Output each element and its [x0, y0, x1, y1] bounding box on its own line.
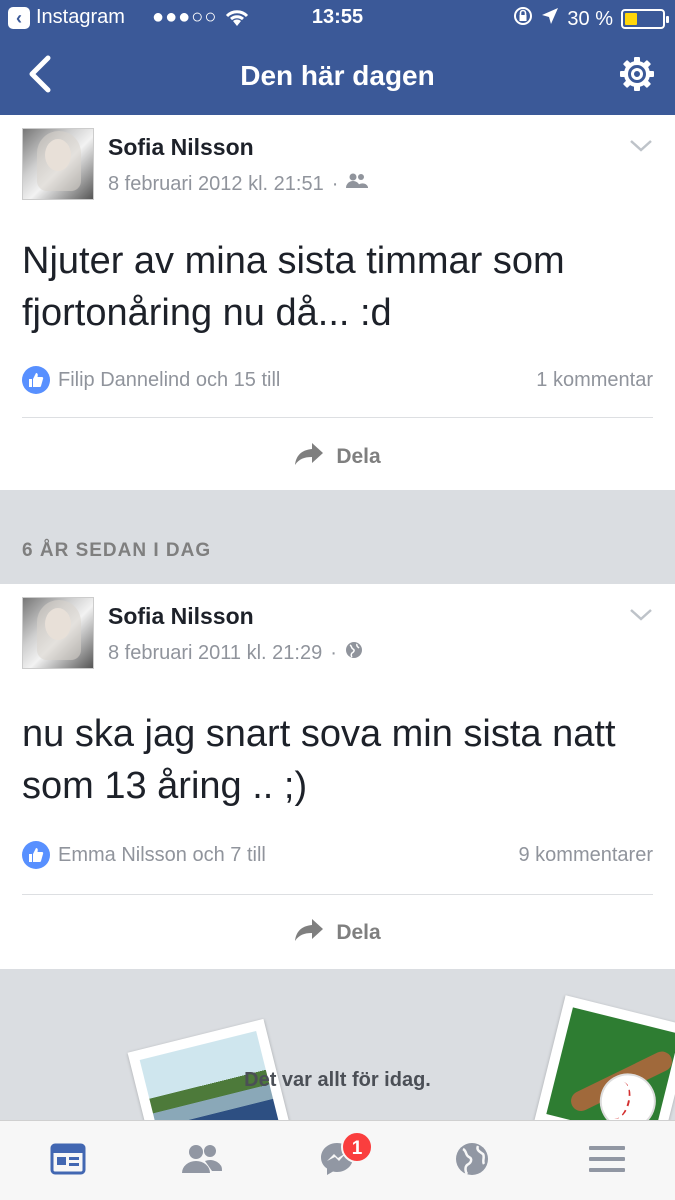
post-meta: 8 februari 2011 kl. 21:29 · [108, 641, 363, 665]
post-card: Sofia Nilsson 8 februari 2011 kl. 21:29 … [0, 584, 675, 969]
meta-dot: · [331, 172, 339, 195]
share-label: Dela [336, 445, 381, 468]
reactions-bar: Emma Nilsson och 7 till 9 kommentarer [22, 841, 653, 869]
battery-percent: 30 % [567, 7, 613, 30]
like-icon [22, 841, 50, 869]
chevron-down-icon[interactable] [629, 138, 653, 154]
page-title: Den här dagen [240, 60, 435, 91]
divider [22, 417, 653, 418]
end-of-memories: Det var allt för idag. [0, 969, 675, 1120]
share-arrow-icon [294, 918, 324, 948]
years-ago-header: 6 ÅR SEDAN I DAG [0, 490, 675, 584]
tab-news-feed[interactable] [46, 1139, 90, 1183]
post-meta: 8 februari 2012 kl. 21:51 · [108, 172, 369, 196]
status-bar: ‹ Instagram ●●●○○ 13:55 30 % [0, 0, 675, 36]
reactions-bar: Filip Dannelind och 15 till 1 kommentar [22, 366, 653, 394]
gear-icon[interactable] [619, 56, 655, 92]
post-timestamp[interactable]: 8 februari 2011 kl. 21:29 [108, 642, 322, 665]
share-button[interactable]: Dela [0, 918, 675, 948]
end-message: Det var allt för idag. [244, 1069, 431, 1091]
location-arrow-icon [541, 7, 559, 31]
avatar[interactable] [22, 128, 94, 200]
post-header: Sofia Nilsson 8 februari 2012 kl. 21:51 … [22, 128, 653, 202]
notifications-globe-icon [454, 1141, 490, 1182]
comments-count[interactable]: 1 kommentar [536, 369, 653, 392]
post-timestamp[interactable]: 8 februari 2012 kl. 21:51 [108, 173, 324, 196]
baseball-photo-illustration [534, 995, 675, 1120]
battery-icon [621, 9, 669, 29]
messenger-badge: 1 [341, 1131, 373, 1163]
top-bar: ‹ Instagram ●●●○○ 13:55 30 % Den här dag… [0, 0, 675, 115]
author-name[interactable]: Sofia Nilsson [108, 603, 254, 630]
likes-text: Emma Nilsson och 7 till [58, 843, 266, 866]
memories-feed[interactable]: Sofia Nilsson 8 februari 2012 kl. 21:51 … [0, 115, 675, 1120]
friends-icon [181, 1143, 223, 1180]
globe-icon [345, 641, 363, 665]
post-header: Sofia Nilsson 8 februari 2011 kl. 21:29 … [22, 597, 653, 671]
likes-summary[interactable]: Emma Nilsson och 7 till [22, 841, 266, 869]
section-label: 6 ÅR SEDAN I DAG [22, 540, 212, 561]
likes-text: Filip Dannelind och 15 till [58, 368, 281, 391]
share-label: Dela [336, 921, 381, 944]
post-text: nu ska jag snart sova min sista natt som… [22, 713, 616, 807]
author-name[interactable]: Sofia Nilsson [108, 134, 254, 161]
like-icon [22, 366, 50, 394]
comments-count[interactable]: 9 kommentarer [519, 844, 654, 867]
rotation-lock-icon [513, 6, 533, 32]
post-text: Njuter av mina sista timmar som fjortonå… [22, 240, 565, 334]
chevron-down-icon[interactable] [629, 607, 653, 623]
likes-summary[interactable]: Filip Dannelind och 15 till [22, 366, 280, 394]
menu-icon [588, 1144, 626, 1179]
tab-notifications[interactable] [450, 1139, 494, 1183]
news-feed-icon [50, 1143, 86, 1180]
tab-menu[interactable] [585, 1139, 629, 1183]
avatar[interactable] [22, 597, 94, 669]
post-card: Sofia Nilsson 8 februari 2012 kl. 21:51 … [0, 115, 675, 490]
meta-dot: · [330, 641, 337, 664]
divider [22, 894, 653, 895]
share-arrow-icon [294, 442, 324, 472]
friends-icon [346, 172, 369, 196]
tab-messenger[interactable]: 1 [315, 1131, 373, 1183]
share-button[interactable]: Dela [0, 442, 675, 472]
navigation-bar: Den här dagen [0, 36, 675, 115]
tab-bar: 1 [0, 1120, 675, 1200]
status-right: 30 % [513, 6, 669, 32]
tab-friends[interactable] [180, 1139, 224, 1183]
